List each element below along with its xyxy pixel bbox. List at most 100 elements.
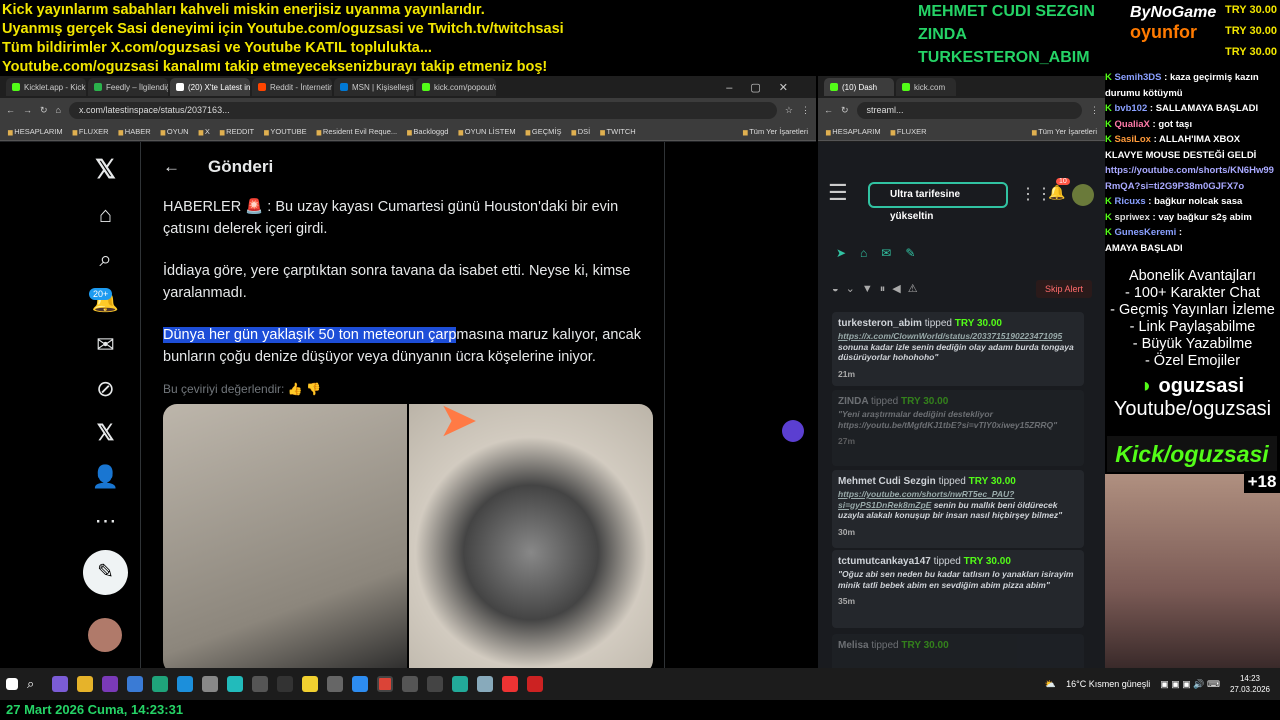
forward-icon[interactable]: → (23, 105, 32, 115)
menu-icon[interactable]: ⋮ (801, 105, 810, 116)
bookmark[interactable]: Tüm Yer İşaretleri (743, 127, 808, 136)
profile-icon[interactable]: 👤 (83, 464, 128, 494)
more-icon[interactable]: ⋯ (83, 508, 128, 538)
window-controls[interactable]: –▢✕ (726, 81, 806, 94)
date-overlay: 27 Mart 2026 Cuma, 14:23:31 (0, 700, 1280, 720)
tip-card: tctumutcankaya147 tipped TRY 30.00 "Oğuz… (832, 550, 1084, 628)
app-icon[interactable] (477, 676, 493, 692)
reload-icon[interactable]: ↻ (841, 105, 849, 116)
browser-tab-active[interactable]: (20) X'te Latest in spa (170, 78, 250, 96)
app-icon[interactable] (152, 676, 168, 692)
messages-icon[interactable]: ✉ (83, 332, 128, 362)
chrome-icon[interactable] (377, 676, 393, 692)
bookmark[interactable]: GEÇMİŞ (526, 127, 562, 136)
subscription-perks: Abonelik Avantajları - 100+ Karakter Cha… (1105, 268, 1280, 370)
photo-rock-floor[interactable] (163, 404, 407, 668)
browser-tab-active[interactable]: (10) Dash (824, 78, 894, 96)
avatar[interactable] (1072, 184, 1094, 206)
thumbs-down-icon[interactable]: 👎 (306, 382, 321, 396)
bookmark[interactable]: Backloggd (407, 127, 448, 136)
start-icon[interactable] (6, 678, 18, 690)
browser-tab[interactable]: MSN | Kişiselleştirilmiş (334, 78, 414, 96)
browser-tab[interactable]: kick.com (896, 78, 956, 96)
premium-icon[interactable]: 𝕏 (83, 420, 128, 450)
back-icon[interactable]: ← (824, 105, 833, 115)
chat-message: K spriwex : vay bağkur s2ş abim (1105, 211, 1252, 223)
grok-icon[interactable]: ⊘ (83, 376, 128, 406)
app-icon[interactable] (252, 676, 268, 692)
app-icon[interactable] (127, 676, 143, 692)
clock[interactable]: 14:23 27.03.2026 (1230, 673, 1270, 695)
browser-tab[interactable]: Feedly – İlgilendiğiniz (88, 78, 168, 96)
app-icon[interactable] (527, 676, 543, 692)
reload-icon[interactable]: ↻ (40, 105, 48, 116)
weather-icon[interactable]: ⛅ (1045, 679, 1056, 690)
post-text-p2: İddiaya göre, yere çarptıktan sonra tava… (163, 263, 631, 301)
weather-text[interactable]: 16°C Kısmen güneşli (1066, 679, 1150, 689)
bookmark[interactable]: FLUXER (891, 127, 927, 136)
thumbs-up-icon[interactable]: 👍 (288, 382, 303, 396)
back-arrow-icon[interactable]: ← (163, 157, 180, 177)
folder-icon[interactable] (77, 676, 93, 692)
bookmark[interactable]: OYUN LİSTEM (458, 127, 516, 136)
bookmark[interactable]: Resident Evil Reque... (317, 127, 397, 136)
alert-controls[interactable]: ◒⌄▼⏸◀⚠ (832, 282, 925, 296)
app-icon[interactable] (402, 676, 418, 692)
bookmark[interactable]: Tüm Yer İşaretleri (1032, 127, 1097, 136)
bookmark[interactable]: X (199, 127, 210, 136)
home-icon[interactable]: ⌂ (83, 202, 128, 232)
search-icon[interactable]: ⌕ (27, 676, 43, 692)
app-icon[interactable] (427, 676, 443, 692)
url-input[interactable]: x.com/latestinspace/status/2037163... (68, 101, 777, 119)
url-input[interactable]: streaml... (856, 101, 1082, 119)
dashboard-tabs[interactable]: ➤⌂✉✎ (836, 246, 929, 260)
extension-icon[interactable] (782, 420, 804, 442)
camera-icon[interactable] (202, 676, 218, 692)
bookmark[interactable]: REDDIT (220, 127, 254, 136)
home-icon[interactable]: ⌂ (56, 105, 61, 115)
perk-item: - 100+ Karakter Chat (1124, 285, 1260, 301)
avatar[interactable] (88, 618, 122, 652)
bookmark[interactable]: YOUTUBE (264, 127, 306, 136)
skip-alert-button[interactable]: Skip Alert (1036, 280, 1092, 298)
bookmark[interactable]: FLUXER (73, 127, 109, 136)
browser-tab[interactable]: kick.com/popout/oguz (416, 78, 496, 96)
bookmark[interactable]: TWITCH (600, 127, 636, 136)
browser-window-main: Kicklet.app - Kick Cha Feedly – İlgilend… (0, 76, 816, 668)
app-icon[interactable] (227, 676, 243, 692)
bookmark[interactable]: HESAPLARIM (8, 127, 62, 136)
onenote-icon[interactable] (102, 676, 118, 692)
edge-icon[interactable] (177, 676, 193, 692)
tray-icons[interactable]: ▣ ▣ ▣ 🔊 ⌨ (1160, 679, 1220, 690)
compose-post-button[interactable]: ✎ (83, 550, 128, 595)
top-tippers: MEHMET CUDI SEZGIN ZINDA TURKESTERON_ABI… (918, 0, 1113, 76)
x-logo-icon[interactable]: 𝕏 (83, 154, 128, 184)
perk-item: - Özel Emojiler (1144, 353, 1241, 369)
vivaldi-icon[interactable] (502, 676, 518, 692)
app-icon[interactable] (352, 676, 368, 692)
app-icon[interactable] (452, 676, 468, 692)
tipper-name: ZINDA (918, 26, 967, 43)
bookmark[interactable]: DSİ (571, 127, 591, 136)
notes-icon[interactable] (302, 676, 318, 692)
chat-message: K Semih3DS : kaza geçirmiş kazın durumu … (1105, 72, 1259, 99)
browser-tab[interactable]: Reddit - İnternetin kal (252, 78, 332, 96)
hamburger-icon[interactable]: ☰ (828, 180, 848, 206)
bookmark[interactable]: OYUN (161, 127, 189, 136)
back-icon[interactable]: ← (6, 105, 15, 115)
bell-icon[interactable]: 🔔 (1048, 184, 1065, 201)
chat-overlay: K Semih3DS : kaza geçirmiş kazın durumu … (1105, 70, 1280, 260)
age-rating-badge: +18 (1244, 471, 1280, 493)
bookmark[interactable]: HABER (119, 127, 151, 136)
bookmark[interactable]: HESAPLARIM (826, 127, 880, 136)
app-icon[interactable] (327, 676, 343, 692)
post-photos[interactable] (163, 404, 653, 668)
upgrade-button[interactable]: Ultra tarifesine yükseltin (868, 182, 1008, 222)
ticker-banner: Kick yayınlarım sabahları kahveli miskin… (0, 0, 920, 76)
bookmark-star-icon[interactable]: ☆ (785, 105, 793, 116)
search-icon[interactable]: ⌕ (83, 246, 128, 276)
menu-icon[interactable]: ⋮ (1090, 105, 1099, 116)
app-icon[interactable] (52, 676, 68, 692)
browser-tab[interactable]: Kicklet.app - Kick Cha (6, 78, 86, 96)
app-icon[interactable] (277, 676, 293, 692)
